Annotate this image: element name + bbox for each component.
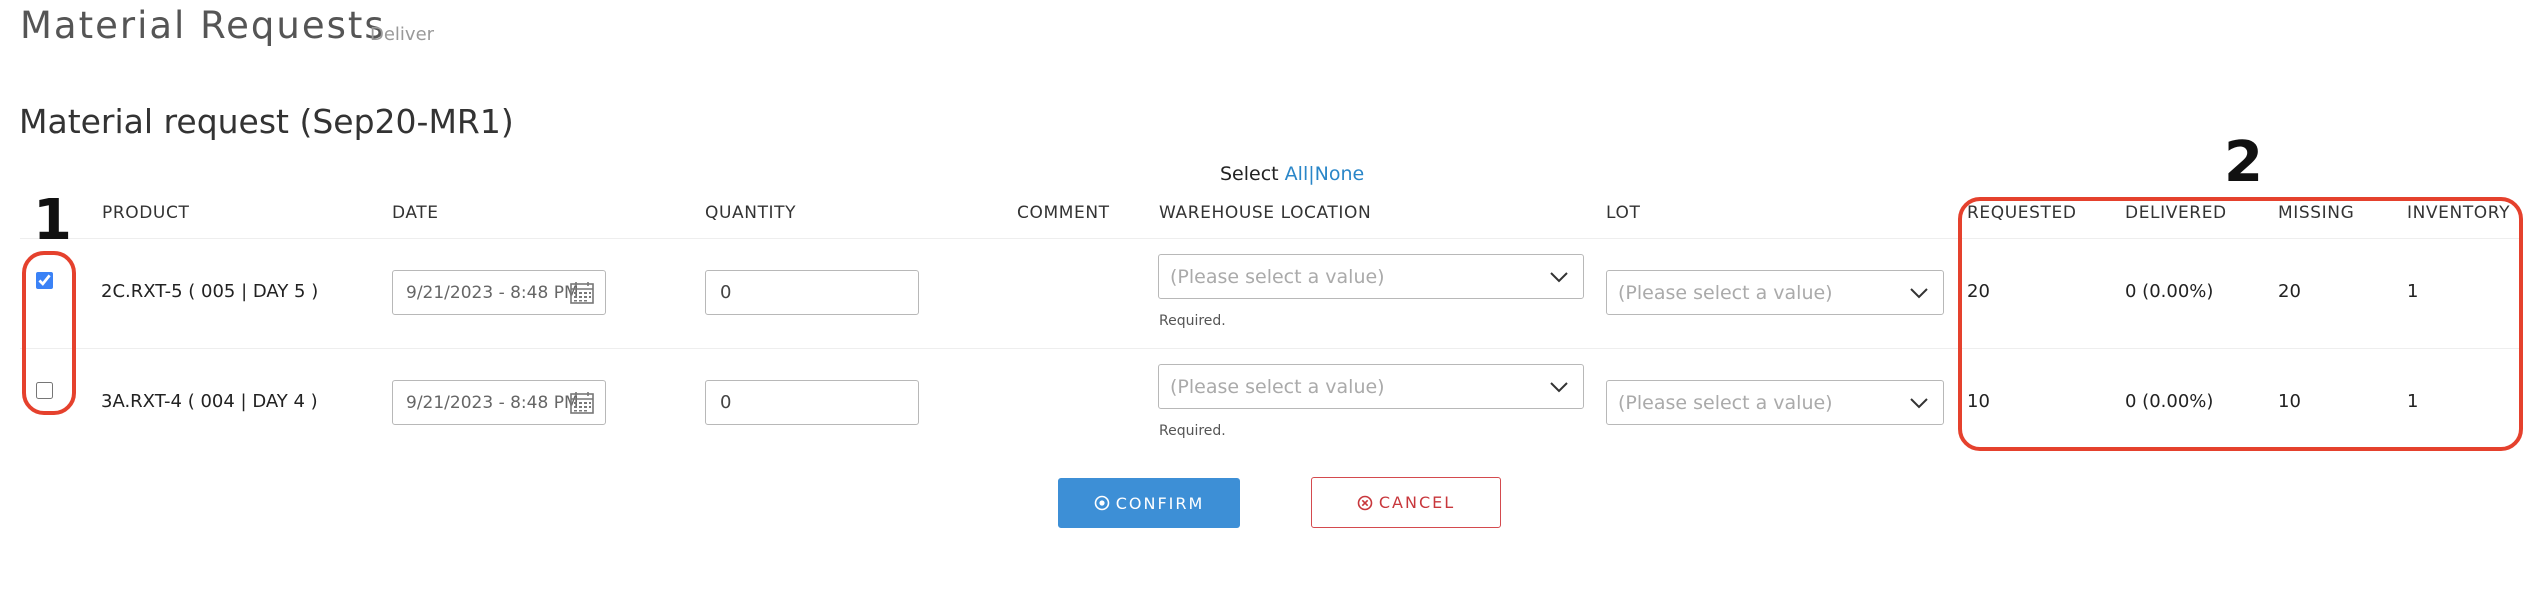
row-1-lot-select[interactable]: (Please select a value) xyxy=(1606,270,1944,315)
annotation-box-2 xyxy=(1958,197,2523,451)
confirm-button[interactable]: CONFIRM xyxy=(1058,478,1240,528)
column-header-product: PRODUCT xyxy=(102,203,190,223)
cancel-button-label: CANCEL xyxy=(1378,493,1456,512)
row-2-warehouse-select[interactable]: (Please select a value) xyxy=(1158,364,1584,409)
row-2-quantity-input[interactable] xyxy=(705,380,919,425)
row-2-warehouse-required-hint: Required. xyxy=(1159,423,1226,439)
column-header-date: DATE xyxy=(392,203,439,223)
row-1-product: 2C.RXT-5 ( 005 | DAY 5 ) xyxy=(101,281,319,302)
chevron-down-icon xyxy=(1910,288,1928,299)
column-header-comment: COMMENT xyxy=(1017,203,1110,223)
column-header-lot: LOT xyxy=(1606,203,1641,223)
calendar-icon[interactable] xyxy=(569,391,595,415)
select-all-link[interactable]: All xyxy=(1285,163,1309,185)
row-1-warehouse-placeholder: (Please select a value) xyxy=(1170,266,1385,288)
chevron-down-icon xyxy=(1550,272,1568,283)
column-header-warehouse-location: WAREHOUSE LOCATION xyxy=(1159,203,1372,223)
annotation-box-1 xyxy=(22,251,76,415)
select-bar: Select All|None xyxy=(1220,163,1364,185)
confirm-button-label: CONFIRM xyxy=(1115,493,1205,513)
row-1-date-field[interactable] xyxy=(392,270,606,315)
row-2-warehouse-placeholder: (Please select a value) xyxy=(1170,376,1385,398)
select-none-link[interactable]: None xyxy=(1315,163,1365,185)
page: Material Requests Deliver Material reque… xyxy=(0,0,2548,612)
calendar-icon[interactable] xyxy=(569,281,595,305)
column-header-quantity: QUANTITY xyxy=(705,203,797,223)
section-title: Material request (Sep20-MR1) xyxy=(19,102,514,141)
select-label: Select xyxy=(1220,163,1279,185)
annotation-label-2: 2 xyxy=(2224,130,2263,195)
page-title: Material Requests xyxy=(20,4,386,47)
chevron-down-icon xyxy=(1910,398,1928,409)
row-1-quantity-input[interactable] xyxy=(705,270,919,315)
row-1-lot-placeholder: (Please select a value) xyxy=(1618,282,1833,304)
row-1-warehouse-required-hint: Required. xyxy=(1159,313,1226,329)
annotation-label-1: 1 xyxy=(33,188,72,253)
row-2-product: 3A.RXT-4 ( 004 | DAY 4 ) xyxy=(101,391,318,412)
row-1-warehouse-select[interactable]: (Please select a value) xyxy=(1158,254,1584,299)
row-2-lot-placeholder: (Please select a value) xyxy=(1618,392,1833,414)
row-2-lot-select[interactable]: (Please select a value) xyxy=(1606,380,1944,425)
row-2-date-field[interactable] xyxy=(392,380,606,425)
chevron-down-icon xyxy=(1550,382,1568,393)
page-subtitle: Deliver xyxy=(370,24,435,45)
circle-check-icon xyxy=(1094,495,1110,511)
cancel-button[interactable]: CANCEL xyxy=(1311,477,1501,528)
circle-x-icon xyxy=(1357,495,1373,510)
